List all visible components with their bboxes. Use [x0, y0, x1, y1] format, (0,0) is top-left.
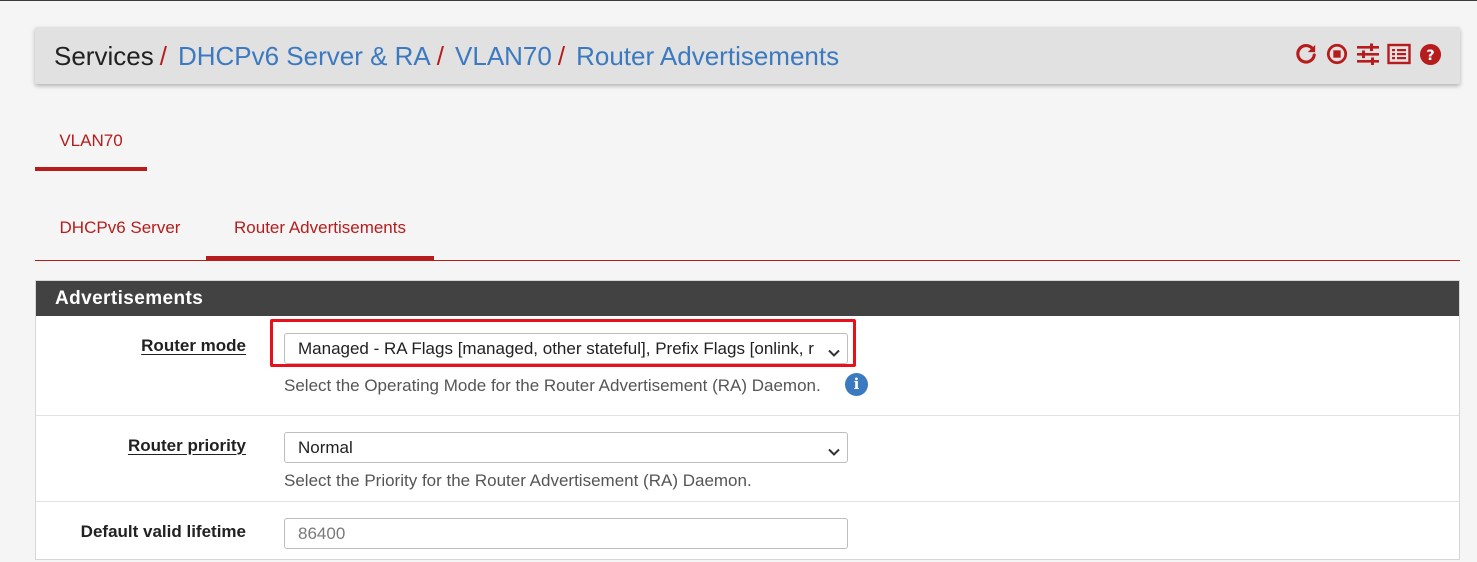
tab-vlan70[interactable]: VLAN70 — [35, 122, 147, 171]
breadcrumb-separator: / — [159, 41, 167, 71]
router-priority-value: Normal — [298, 438, 353, 457]
default-valid-lifetime-label: Default valid lifetime — [80, 522, 246, 541]
breadcrumb-router-advertisements[interactable]: Router Advertisements — [576, 41, 839, 71]
highlight-box — [270, 319, 856, 367]
stop-service-icon[interactable] — [1325, 42, 1349, 66]
tab-dhcpv6-server[interactable]: DHCPv6 Server — [35, 208, 205, 260]
panel-title: Advertisements — [36, 281, 1459, 316]
log-list-icon[interactable] — [1387, 42, 1411, 66]
breadcrumb-dhcpv6-server-ra[interactable]: DHCPv6 Server & RA — [178, 41, 431, 71]
settings-sliders-icon[interactable] — [1356, 42, 1380, 66]
default-valid-lifetime-placeholder: 86400 — [298, 524, 346, 543]
header-icons: ? — [1294, 42, 1442, 66]
router-priority-select[interactable]: Normal — [284, 432, 848, 463]
router-priority-label[interactable]: Router priority — [128, 436, 246, 456]
default-valid-lifetime-row: Default valid lifetime 86400 — [36, 502, 1459, 562]
router-mode-label[interactable]: Router mode — [141, 336, 246, 356]
help-icon[interactable]: ? — [1418, 42, 1442, 66]
breadcrumb-separator: / — [436, 41, 445, 71]
breadcrumb-separator: / — [557, 41, 566, 71]
router-mode-help: Select the Operating Mode for the Router… — [284, 376, 821, 395]
default-valid-lifetime-input[interactable]: 86400 — [284, 518, 848, 549]
breadcrumb: Services / DHCPv6 Server & RA / VLAN70/Route… — [54, 41, 839, 72]
breadcrumb-services: Services — [54, 41, 154, 71]
router-priority-row: Router priority Normal Select the Priori… — [36, 416, 1459, 502]
subtab-bar: DHCPv6 Server Router Advertisements — [35, 208, 1460, 261]
info-icon[interactable]: i — [845, 373, 868, 396]
breadcrumb-vlan70[interactable]: VLAN70 — [455, 41, 552, 71]
reload-icon[interactable] — [1294, 42, 1318, 66]
svg-text:?: ? — [1426, 47, 1434, 63]
top-border — [0, 0, 1477, 1]
chevron-down-icon — [827, 439, 841, 462]
breadcrumb-bar: Services / DHCPv6 Server & RA / VLAN70/Route… — [35, 27, 1460, 84]
router-priority-help: Select the Priority for the Router Adver… — [284, 471, 752, 490]
tab-router-advertisements[interactable]: Router Advertisements — [206, 208, 434, 260]
